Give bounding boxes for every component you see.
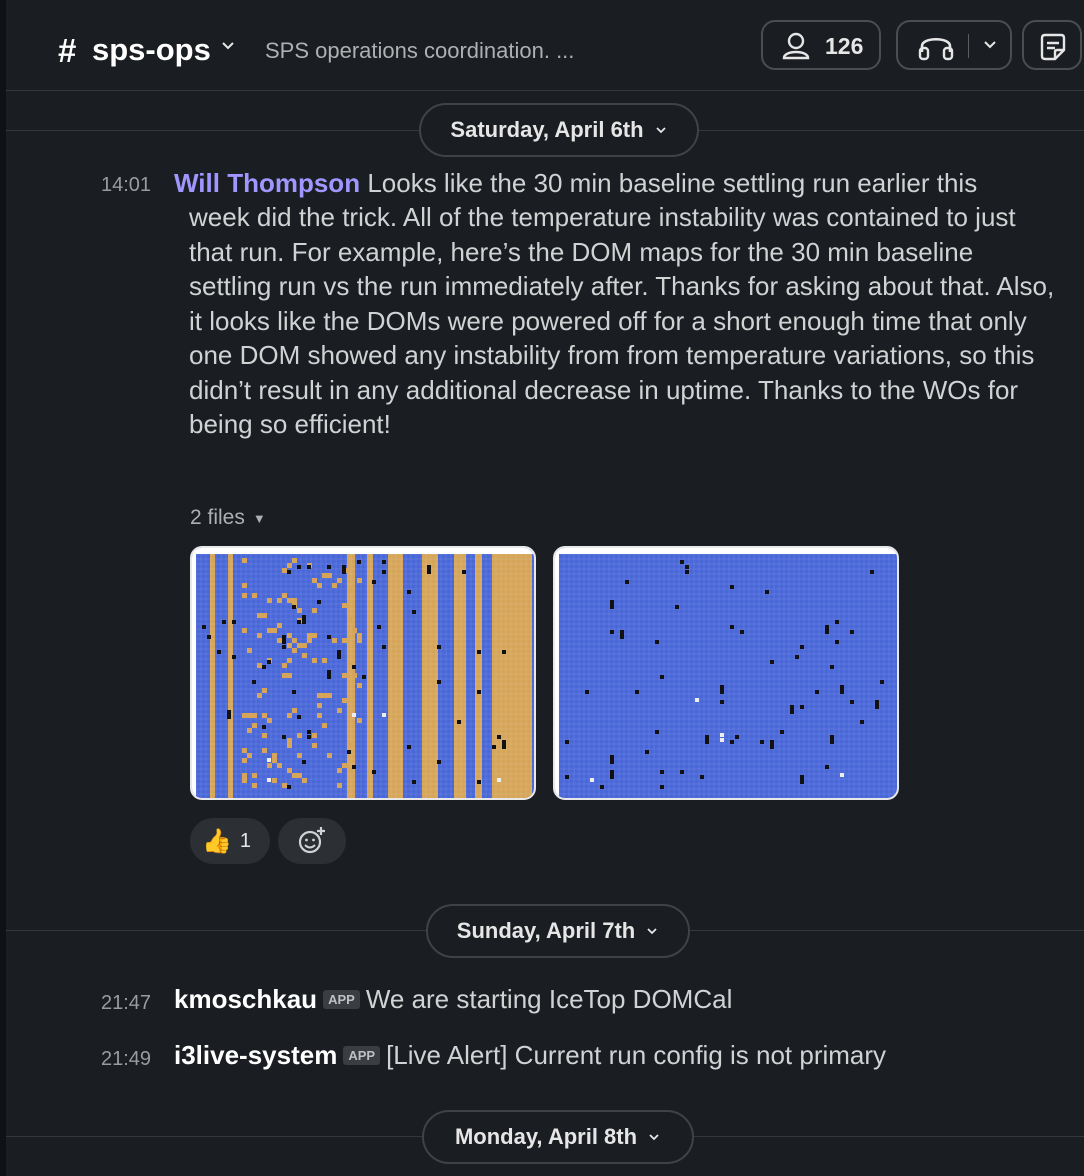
date-label: Saturday, April 6th: [450, 117, 644, 142]
channel-name[interactable]: sps-ops: [92, 32, 211, 68]
members-button[interactable]: 126: [761, 20, 881, 70]
chevron-down-icon: [649, 1134, 659, 1141]
message-text: We are starting IceTop DOMCal: [365, 984, 733, 1014]
app-badge: APP: [323, 990, 360, 1009]
huddle-button[interactable]: [896, 20, 1012, 70]
author-name[interactable]: Will Thompson: [174, 168, 360, 198]
message-row: i3live-system APP [Live Alert] Current run…: [174, 1040, 886, 1071]
caret-down-icon: ▼: [252, 510, 266, 526]
huddle-separator: [968, 34, 969, 58]
person-icon: [782, 32, 810, 60]
message-timestamp[interactable]: 21:47: [101, 992, 151, 1015]
files-toggle[interactable]: 2 files ▼: [190, 506, 266, 530]
canvas-icon: [1040, 33, 1066, 61]
message-text: Looks like the 30 min baseline settling …: [367, 168, 978, 198]
headphones-icon: [918, 37, 954, 61]
date-pill-monday[interactable]: Monday, April 8th: [422, 1110, 694, 1164]
chevron-down-icon: [655, 127, 666, 134]
app-badge: APP: [343, 1046, 381, 1065]
date-pill-sunday[interactable]: Sunday, April 7th: [426, 904, 690, 958]
dom-map-image: [555, 548, 897, 798]
message-timestamp[interactable]: 21:49: [101, 1048, 151, 1071]
message-row: kmoschkau APP We are starting IceTop DOMCa…: [174, 984, 732, 1015]
author-name[interactable]: i3live-system: [174, 1040, 337, 1070]
files-label: 2 files: [190, 506, 245, 529]
left-rail: [0, 0, 6, 1176]
channel-description[interactable]: SPS operations coordination. ...: [265, 38, 574, 64]
file-thumbnail-1[interactable]: [190, 546, 536, 800]
chevron-down-icon: [647, 928, 657, 935]
date-pill-saturday[interactable]: Saturday, April 6th: [419, 103, 699, 157]
channel-header: # sps-ops SPS operations coordination. .…: [6, 0, 1084, 91]
reaction-thumbs-up[interactable]: 👍 1: [190, 818, 270, 864]
author-name[interactable]: kmoschkau: [174, 984, 317, 1014]
canvas-button[interactable]: [1022, 20, 1082, 70]
channel-hash: #: [58, 32, 77, 69]
chevron-down-icon[interactable]: [982, 36, 998, 52]
message-timestamp[interactable]: 14:01: [101, 174, 151, 197]
reaction-count: 1: [239, 829, 252, 852]
add-reaction-icon: [298, 827, 325, 854]
message-text: [Live Alert] Current run config is not p…: [386, 1040, 887, 1070]
message-body: week did the trick. All of the temperatu…: [189, 202, 1055, 439]
member-count: 126: [825, 33, 864, 59]
thumbs-up-icon: 👍: [202, 827, 232, 855]
add-reaction-button[interactable]: [278, 818, 346, 864]
message-first-line: Will Thompson Looks like the 30 min base…: [174, 166, 977, 200]
dom-map-image: [192, 548, 534, 798]
chevron-down-icon[interactable]: [220, 38, 236, 54]
date-label: Sunday, April 7th: [456, 918, 636, 943]
file-thumbnail-2[interactable]: [553, 546, 899, 800]
date-label: Monday, April 8th: [454, 1124, 638, 1149]
